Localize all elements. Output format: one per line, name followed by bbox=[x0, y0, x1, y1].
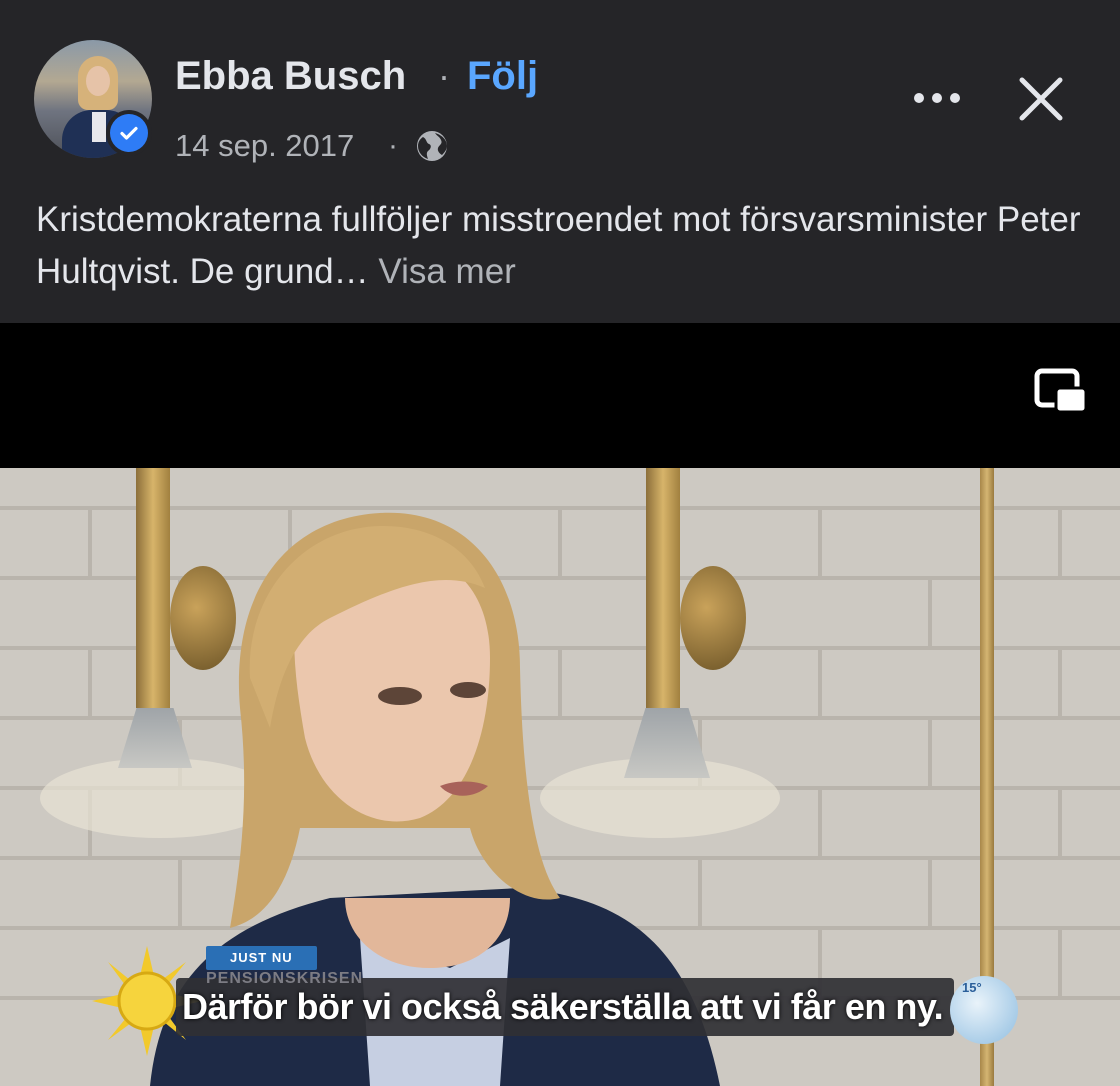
see-more-link[interactable]: Visa mer bbox=[378, 252, 515, 291]
just-nu-tag: JUST NU bbox=[206, 946, 317, 970]
post-text: Kristdemokraterna fullföljer misstroende… bbox=[36, 194, 1096, 298]
avatar-shirt bbox=[92, 112, 106, 142]
follow-button[interactable]: Följ bbox=[467, 52, 538, 100]
post-header: Ebba Busch · Följ 14 sep. 2017 · Kristde… bbox=[0, 0, 1120, 323]
picture-in-picture-icon[interactable] bbox=[1034, 368, 1088, 416]
weather-temperature: 15° bbox=[962, 980, 982, 995]
globe-icon bbox=[417, 131, 447, 161]
post-date[interactable]: 14 sep. 2017 bbox=[175, 126, 354, 166]
post-body: Kristdemokraterna fullföljer misstroende… bbox=[36, 200, 1081, 291]
more-options-icon[interactable] bbox=[908, 78, 966, 118]
tv-lower-third: JUST NU PENSIONSKRISEN Därför bör vi ock… bbox=[0, 468, 1120, 1086]
weather-widget bbox=[950, 976, 1018, 1044]
video-player[interactable]: JUST NU PENSIONSKRISEN Därför bör vi ock… bbox=[0, 468, 1120, 1086]
video-top-band bbox=[0, 323, 1120, 468]
verified-badge-icon bbox=[106, 110, 152, 156]
avatar-face bbox=[86, 66, 110, 96]
close-icon[interactable] bbox=[1012, 70, 1070, 128]
video-caption: Därför bör vi också säkerställa att vi f… bbox=[182, 986, 944, 1027]
author-name[interactable]: Ebba Busch bbox=[175, 52, 406, 100]
separator-dot: · bbox=[388, 129, 398, 162]
separator-dot: · bbox=[438, 55, 450, 96]
